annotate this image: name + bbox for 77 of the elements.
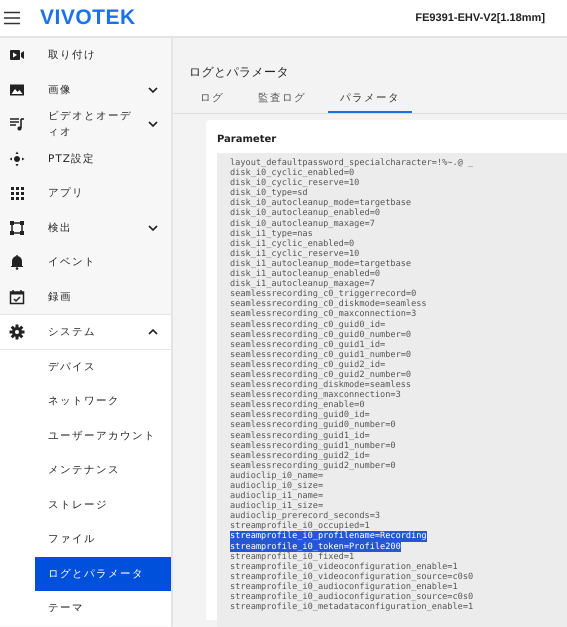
parameter-line: seamlessrecording_guid2_number=0 xyxy=(230,460,396,471)
parameter-line: audioclip_prerecord_seconds=3 xyxy=(230,511,380,522)
sidebar-item[interactable]: 取り付け xyxy=(0,38,171,72)
parameter-line: seamlessrecording_enable=0 xyxy=(230,400,365,410)
parameter-line: seamlessrecording_c0_guid0_number=0 xyxy=(230,330,412,340)
parameter-line: streamprofile_i0_metadataconfiguration_enable=1 xyxy=(230,602,474,612)
sidebar-subitem[interactable]: ユーザーアカウント xyxy=(35,418,171,453)
sidebar-item[interactable]: PTZ設定 xyxy=(0,142,171,176)
sidebar-subitem[interactable]: デバイス xyxy=(35,350,171,384)
settings-icon xyxy=(9,324,25,340)
sidebar-subitem[interactable]: メンテナンス xyxy=(35,453,171,488)
sidebar-item[interactable]: イベント xyxy=(0,245,171,280)
parameter-line: seamlessrecording_c0_maxconnection=3 xyxy=(230,309,416,320)
parameter-line: layout_defaultpassword_specialcharacter=!%~.@ _ xyxy=(230,158,474,168)
card-title: Parameter xyxy=(217,134,278,145)
parameter-line: streamprofile_i0_audioconfiguration_source=c0s0 xyxy=(230,592,474,602)
parameter-line: disk_i1_autocleanup_maxage=7 xyxy=(230,279,375,290)
parameter-line: disk_i0_autocleanup_enabled=0 xyxy=(230,208,380,219)
sidebar-item[interactable]: アプリ xyxy=(0,176,171,210)
parameter-line: disk_i1_type=nas xyxy=(230,228,313,239)
parameter-line: seamlessrecording_c0_triggerrecord=0 xyxy=(230,289,416,300)
sidebar-subitem[interactable]: ファイル xyxy=(35,522,171,556)
parameter-line: streamprofile_i0_audioconfiguration_enable=1 xyxy=(230,582,458,592)
sidebar-item[interactable]: 検出 xyxy=(0,210,171,245)
parameter-line: disk_i1_autocleanup_enabled=0 xyxy=(230,269,380,280)
image-icon xyxy=(9,82,25,98)
parameter-line: seamlessrecording_c0_guid1_number=0 xyxy=(230,350,412,360)
tab[interactable]: 監査ログ xyxy=(246,87,318,113)
parameter-line: streamprofile_i0_videoconfiguration_enable=1 xyxy=(230,562,458,572)
apps-grid-icon xyxy=(9,185,25,202)
parameter-line: seamlessrecording_c0_guid2_id= xyxy=(230,360,386,370)
sidebar-item[interactable]: ビデオとオーディオ xyxy=(0,107,171,142)
parameter-line: disk_i0_autocleanup_mode=targetbase xyxy=(230,198,412,208)
parameter-line: seamlessrecording_guid0_number=0 xyxy=(230,420,396,431)
parameter-line: streamprofile_i0_videoconfiguration_source=c0s0 xyxy=(230,572,474,582)
parameter-line: seamlessrecording_c0_guid0_id= xyxy=(230,320,386,330)
playlist-icon xyxy=(9,116,25,132)
parameter-line: seamlessrecording_maxconnection=3 xyxy=(230,390,401,400)
sidebar-item[interactable]: 録画 xyxy=(0,280,171,314)
frame-icon xyxy=(9,220,25,236)
parameter-line: disk_i1_cyclic_enabled=0 xyxy=(230,238,354,249)
sidebar-item[interactable]: システム xyxy=(0,314,171,348)
logo: VIVOTEK xyxy=(40,6,136,30)
parameter-line: streamprofile_i0_fixed=1 xyxy=(230,552,354,562)
parameter-line: disk_i0_type=sd xyxy=(230,188,308,198)
menu-icon[interactable] xyxy=(4,11,20,25)
parameter-line: audioclip_i0_size= xyxy=(230,481,324,492)
parameter-line: seamlessrecording_guid1_number=0 xyxy=(230,440,396,451)
sidebar-subitem[interactable]: テーマ xyxy=(35,591,171,626)
sidebar-subitem[interactable]: ログとパラメータ xyxy=(35,556,171,591)
tab[interactable]: パラメータ xyxy=(328,87,412,113)
parameter-line: disk_i0_cyclic_enabled=0 xyxy=(230,168,354,178)
parameter-line: audioclip_i0_name= xyxy=(230,470,324,481)
sidebar-item[interactable]: 画像 xyxy=(0,72,171,107)
parameter-line: seamlessrecording_c0_diskmode=seamless xyxy=(230,299,427,310)
device-name: FE9391-EHV-V2[1.18mm] xyxy=(415,12,545,24)
parameter-line: seamlessrecording_guid1_id= xyxy=(230,430,370,441)
page-title: ログとパラメータ xyxy=(189,64,290,81)
parameter-line: seamlessrecording_guid0_id= xyxy=(230,410,370,420)
sidebar-subitem[interactable]: ネットワーク xyxy=(35,384,171,418)
tab[interactable]: ログ xyxy=(188,87,236,113)
bell-icon xyxy=(9,254,25,270)
parameter-line: seamlessrecording_guid2_id= xyxy=(230,450,370,461)
parameter-line: disk_i1_cyclic_reserve=10 xyxy=(230,248,360,259)
parameter-text-area[interactable] xyxy=(217,153,567,627)
parameter-line: disk_i0_autocleanup_maxage=7 xyxy=(230,218,375,229)
calendar-check-icon xyxy=(9,288,25,305)
parameter-line: seamlessrecording_diskmode=seamless xyxy=(230,380,412,390)
parameter-line: seamlessrecording_c0_guid2_number=0 xyxy=(230,370,412,380)
parameter-line: seamlessrecording_c0_guid1_id= xyxy=(230,340,386,350)
parameter-line: disk_i1_autocleanup_mode=targetbase xyxy=(230,258,412,270)
parameter-line: audioclip_i1_name= xyxy=(230,491,324,502)
parameter-line: audioclip_i1_size= xyxy=(230,501,324,512)
ptz-icon xyxy=(9,150,25,167)
parameter-line: disk_i0_cyclic_reserve=10 xyxy=(230,178,360,188)
parameter-line: streamprofile_i0_occupied=1 xyxy=(230,521,370,532)
sidebar-subitem[interactable]: ストレージ xyxy=(35,488,171,522)
